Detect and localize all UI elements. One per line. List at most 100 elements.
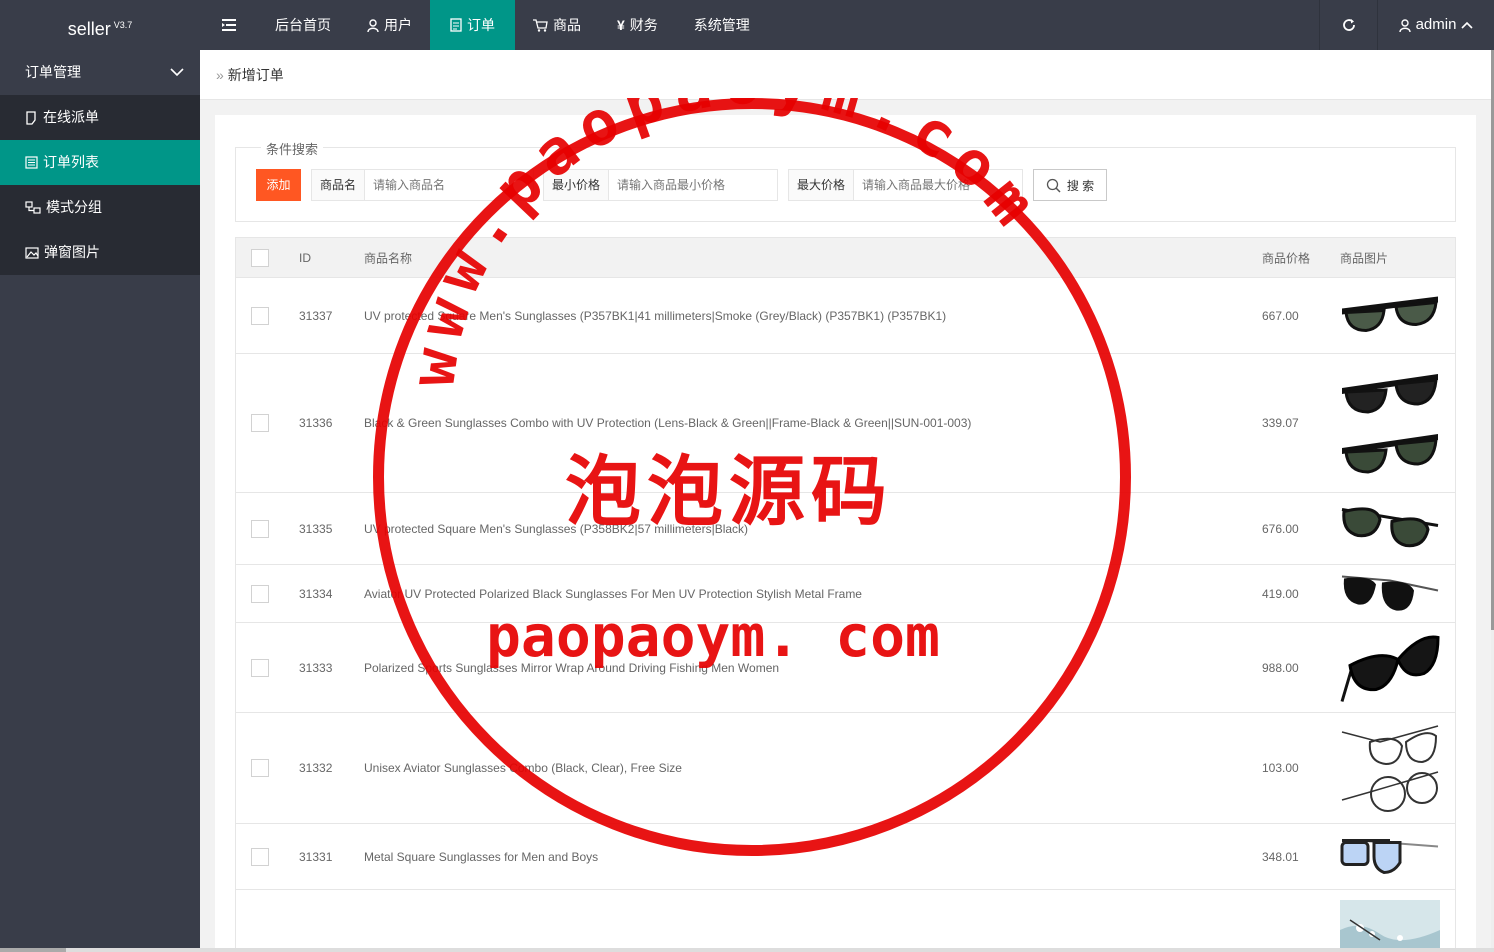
nav-users[interactable]: 用户 bbox=[349, 0, 430, 50]
sidebar-item-online-dispatch[interactable]: 在线派单 bbox=[0, 95, 200, 140]
sidebar-toggle-button[interactable] bbox=[200, 0, 257, 50]
double-chevron-right-icon: » bbox=[216, 67, 224, 83]
sidebar-item-mode-group[interactable]: 模式分组 bbox=[0, 185, 200, 230]
product-thumbnail[interactable] bbox=[1340, 832, 1440, 881]
nav-system[interactable]: 系统管理 bbox=[676, 0, 768, 50]
sidebar-group-label: 订单管理 bbox=[25, 64, 81, 80]
search-button[interactable]: 搜 索 bbox=[1033, 169, 1107, 201]
row-name: UV protected Square Men's Sunglasses (P3… bbox=[364, 308, 947, 323]
max-price-group: 最大价格 bbox=[788, 169, 1024, 201]
sidebar-group-orders[interactable]: 订单管理 bbox=[0, 50, 200, 95]
horizontal-scrollbar[interactable] bbox=[0, 948, 1494, 952]
product-thumbnail[interactable] bbox=[1340, 900, 1440, 952]
row-checkbox[interactable] bbox=[251, 414, 269, 432]
table-row bbox=[236, 890, 1455, 950]
brand-name: seller bbox=[67, 19, 111, 39]
row-price: 103.00 bbox=[1262, 761, 1299, 775]
sunglasses-image bbox=[1340, 838, 1439, 874]
nav-orders-label: 订单 bbox=[467, 17, 495, 33]
nav-products[interactable]: 商品 bbox=[515, 0, 599, 50]
brand-logo[interactable]: seller V3.7 bbox=[0, 0, 200, 50]
user-icon bbox=[1398, 18, 1411, 32]
row-checkbox[interactable] bbox=[251, 584, 269, 603]
row-checkbox[interactable] bbox=[251, 658, 269, 677]
search-button-label: 搜 索 bbox=[1066, 178, 1095, 193]
product-thumbnail[interactable] bbox=[1340, 722, 1440, 814]
chevron-down-icon bbox=[170, 68, 184, 77]
product-thumbnail[interactable] bbox=[1340, 499, 1440, 558]
add-button[interactable]: 添加 bbox=[256, 169, 301, 201]
table-row: 31333 Polarized Sports Sunglasses Mirror… bbox=[236, 623, 1455, 713]
row-id: 31332 bbox=[299, 761, 333, 775]
min-price-input[interactable] bbox=[609, 170, 778, 200]
row-checkbox[interactable] bbox=[251, 759, 269, 777]
row-name: Polarized Sports Sunglasses Mirror Wrap … bbox=[364, 660, 780, 675]
yen-icon: ¥ bbox=[617, 17, 625, 33]
product-thumbnail[interactable] bbox=[1340, 366, 1440, 480]
sidebar-item-label: 在线派单 bbox=[43, 109, 99, 125]
product-thumbnail[interactable] bbox=[1340, 629, 1440, 706]
row-price: 419.00 bbox=[1262, 586, 1299, 601]
sunglasses-image bbox=[1342, 374, 1438, 414]
row-price: 339.07 bbox=[1262, 416, 1299, 430]
user-name: admin bbox=[1415, 16, 1457, 33]
nav-system-label: 系统管理 bbox=[693, 17, 750, 33]
product-thumbnail[interactable] bbox=[1340, 570, 1440, 617]
sidebar-item-popup-image[interactable]: 弹窗图片 bbox=[0, 230, 200, 275]
search-legend: 条件搜索 bbox=[261, 139, 324, 158]
table-row: 31334 Aviator UV Protected Polarized Bla… bbox=[236, 565, 1455, 623]
row-id: 31336 bbox=[299, 416, 333, 430]
max-price-input[interactable] bbox=[854, 170, 1023, 200]
row-name: UV protected Square Men's Sunglasses (P3… bbox=[364, 521, 749, 536]
row-name: Unisex Aviator Sunglasses Combo (Black, … bbox=[364, 761, 682, 775]
row-name: Aviator UV Protected Polarized Black Sun… bbox=[364, 586, 862, 601]
select-all-checkbox[interactable] bbox=[251, 248, 269, 267]
row-price: 667.00 bbox=[1262, 308, 1299, 323]
table-row: 31336 Black & Green Sunglasses Combo wit… bbox=[236, 354, 1455, 493]
sidebar-item-order-list[interactable]: 订单列表 bbox=[0, 140, 200, 185]
sidebar-submenu: 在线派单 订单列表 模式分组 弹窗图片 bbox=[0, 95, 200, 275]
search-icon bbox=[1046, 178, 1061, 193]
sunglasses-image bbox=[1341, 725, 1439, 766]
product-name-group: 商品名 bbox=[311, 169, 535, 201]
row-id: 31331 bbox=[299, 849, 333, 864]
nav-orders[interactable]: 订单 bbox=[430, 0, 515, 50]
row-name: Metal Square Sunglasses for Men and Boys bbox=[364, 849, 599, 864]
nav-products-label: 商品 bbox=[553, 17, 581, 33]
main-panel: 条件搜索 添加 商品名 最小价格 最大价格 搜 索 ID 商品名称 商品价格 商… bbox=[215, 115, 1476, 952]
breadcrumb-current[interactable]: 新增订单 bbox=[228, 67, 284, 83]
header-actions: admin bbox=[1319, 0, 1494, 50]
row-name: Black & Green Sunglasses Combo with UV P… bbox=[364, 416, 972, 430]
product-name-input[interactable] bbox=[365, 170, 534, 200]
min-price-label: 最小价格 bbox=[544, 170, 610, 200]
product-name-label: 商品名 bbox=[312, 170, 366, 200]
refresh-icon bbox=[1342, 19, 1355, 31]
max-price-label: 最大价格 bbox=[789, 170, 855, 200]
document-icon bbox=[450, 18, 462, 32]
nav-finance[interactable]: ¥ 财务 bbox=[599, 0, 676, 50]
user-icon bbox=[367, 18, 379, 32]
min-price-group: 最小价格 bbox=[543, 169, 779, 201]
table-row: 31337 UV protected Square Men's Sunglass… bbox=[236, 278, 1455, 354]
chevron-up-icon bbox=[1461, 21, 1473, 29]
sunglasses-image bbox=[1341, 575, 1439, 611]
sidebar: 订单管理 在线派单 订单列表 模式分组 弹窗图片 bbox=[0, 50, 200, 952]
nav-home[interactable]: 后台首页 bbox=[257, 0, 349, 50]
product-thumbnail[interactable] bbox=[1340, 286, 1440, 345]
row-id: 31333 bbox=[299, 660, 333, 675]
row-price: 348.01 bbox=[1262, 849, 1299, 864]
order-table: ID 商品名称 商品价格 商品图片 31337 UV protected Squ… bbox=[235, 237, 1456, 950]
artwork-image bbox=[1340, 900, 1440, 950]
nav-finance-label: 财务 bbox=[629, 17, 658, 33]
brand-version: V3.7 bbox=[113, 20, 133, 30]
row-checkbox[interactable] bbox=[251, 519, 269, 538]
sunglasses-image bbox=[1340, 634, 1440, 702]
scrollbar-thumb[interactable] bbox=[0, 948, 66, 952]
table-row: 31331 Metal Square Sunglasses for Men an… bbox=[236, 824, 1455, 890]
table-row: 31332 Unisex Aviator Sunglasses Combo (B… bbox=[236, 713, 1455, 824]
user-menu[interactable]: admin bbox=[1377, 0, 1494, 50]
row-checkbox[interactable] bbox=[251, 306, 269, 325]
sunglasses-image bbox=[1342, 434, 1438, 474]
row-checkbox[interactable] bbox=[251, 847, 269, 866]
refresh-button[interactable] bbox=[1319, 0, 1377, 50]
